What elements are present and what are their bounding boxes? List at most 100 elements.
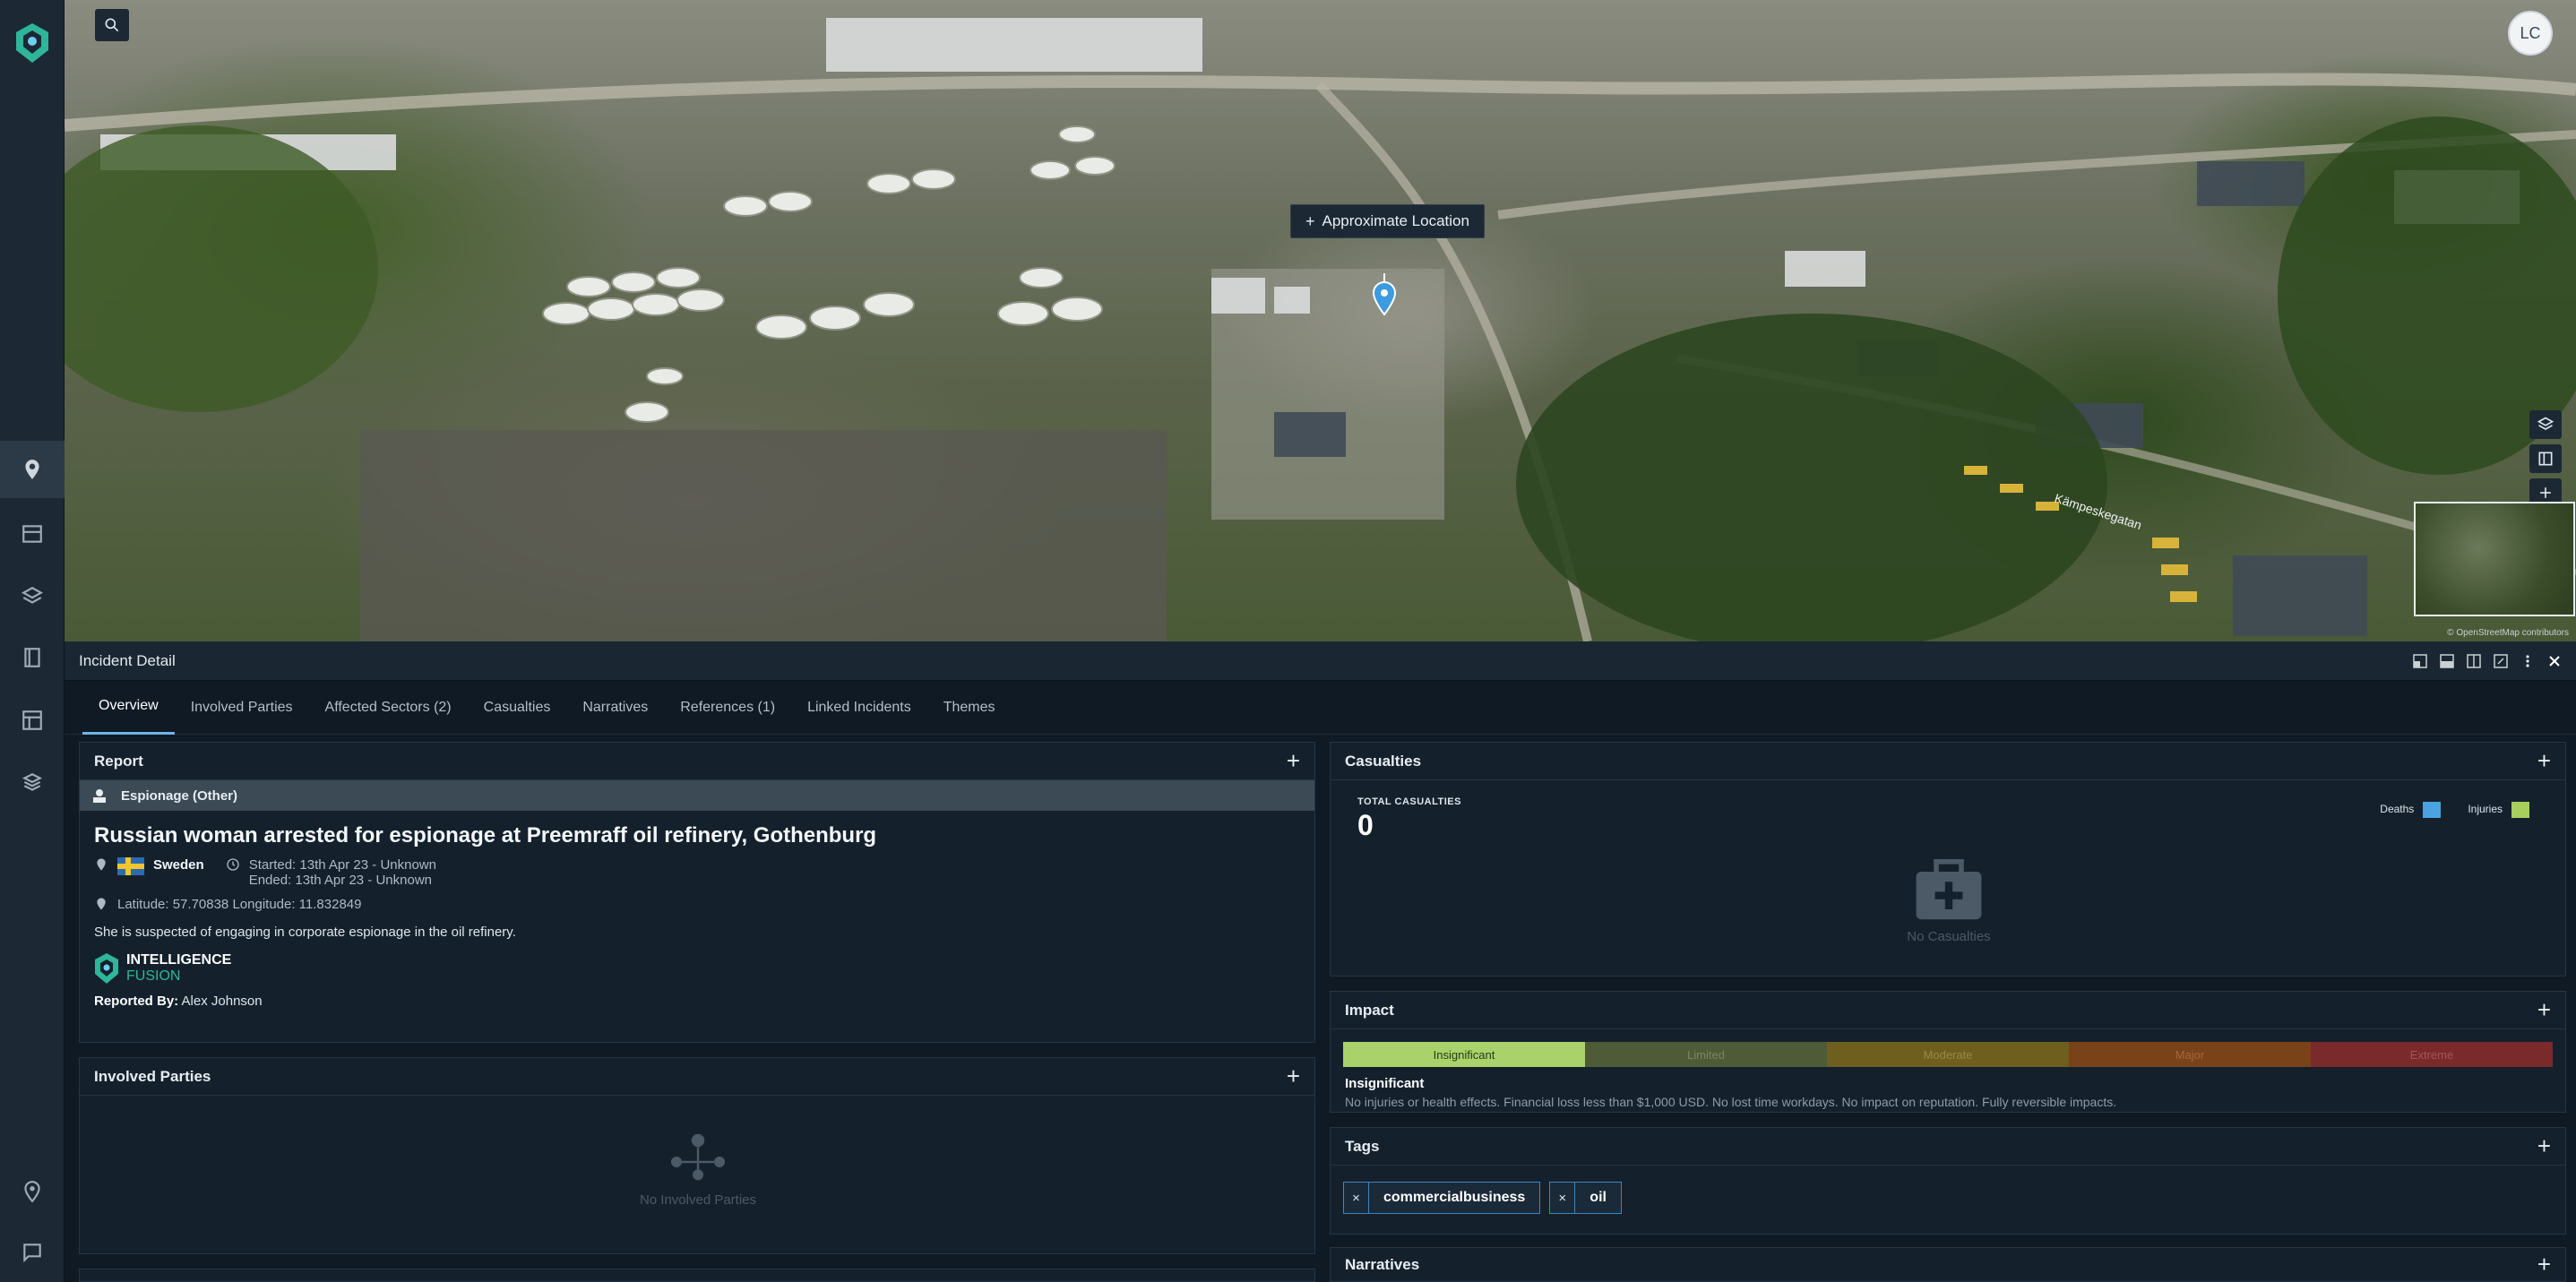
sidebar-map-pin-icon[interactable] (0, 441, 65, 498)
left-lower-card (79, 1269, 1315, 1282)
zoom-search-button[interactable] (95, 9, 129, 41)
casualties-card: Casualties + TOTAL CASUALTIES 0 Deaths I… (1330, 742, 2566, 977)
report-expand-button[interactable]: + (1287, 747, 1300, 775)
coords-row: Latitude: 57.70838 Longitude: 11.832849 (94, 897, 1300, 912)
close-icon[interactable] (2547, 654, 2562, 668)
tab-involved-parties[interactable]: Involved Parties (175, 681, 309, 735)
sidebar-layers-icon[interactable] (0, 568, 65, 625)
legend-injuries: Injuries (2468, 802, 2529, 818)
reported-by: Reported By: Alex Johnson (94, 994, 1300, 1009)
involved-card-header: Involved Parties + (80, 1058, 1314, 1096)
casualties-empty-state: No Casualties (1859, 859, 2038, 944)
sidebar-feedback-icon[interactable] (0, 1224, 65, 1281)
reporter-name: Alex Johnson (181, 994, 263, 1009)
layers-icon (2537, 417, 2554, 430)
brand-line2: FUSION (126, 968, 181, 984)
casualties-card-header: Casualties + (1331, 743, 2565, 780)
tab-linked-incidents[interactable]: Linked Incidents (791, 681, 927, 735)
tab-overview[interactable]: Overview (82, 681, 175, 735)
tab-references[interactable]: References (1) (664, 681, 791, 735)
sidebar-table-icon[interactable] (0, 505, 65, 563)
legend-deaths: Deaths (2380, 802, 2442, 818)
minimap[interactable] (2414, 502, 2575, 616)
casualties-expand-button[interactable]: + (2537, 747, 2551, 775)
remove-tag-icon[interactable]: × (1344, 1183, 1369, 1213)
tab-narratives[interactable]: Narratives (566, 681, 664, 735)
category-bar: Espionage (Other) (80, 780, 1314, 811)
brand-text: INTELLIGENCE FUSION (126, 952, 231, 985)
report-card-header: Report + (80, 743, 1314, 780)
layers-button[interactable] (2529, 410, 2562, 439)
map-attribution: © OpenStreetMap contributors (2447, 628, 2569, 638)
sidebar-stack-icon[interactable] (0, 754, 65, 812)
tab-themes[interactable]: Themes (927, 681, 1012, 735)
impact-level-extreme: Extreme (2311, 1042, 2553, 1067)
panel-tools (2413, 653, 2562, 668)
tags-card-header: Tags + (1331, 1128, 2565, 1166)
tags-card: Tags + × commercialbusiness × oil (1330, 1127, 2566, 1235)
incident-headline: Russian woman arrested for espionage at … (94, 823, 877, 847)
casualties-title: Casualties (1345, 752, 1422, 770)
pin-icon (97, 858, 106, 871)
country-name: Sweden (153, 857, 204, 873)
app-logo-icon[interactable] (13, 22, 52, 65)
involved-expand-button[interactable]: + (1287, 1063, 1300, 1090)
location-pin-icon[interactable] (1368, 273, 1400, 316)
narratives-title: Narratives (1345, 1255, 1420, 1273)
clock-icon (227, 858, 239, 871)
category-label: Espionage (Other) (121, 787, 238, 804)
narratives-card-header: Narratives + (1331, 1248, 2565, 1281)
user-avatar[interactable]: LC (2508, 11, 2553, 56)
brand-line1: INTELLIGENCE (126, 952, 232, 968)
more-options-icon[interactable] (2520, 654, 2535, 668)
sidebar-location-icon[interactable] (0, 1163, 65, 1220)
sidebar-dashboard-icon[interactable] (0, 692, 65, 749)
source-brand: INTELLIGENCE FUSION (94, 952, 1300, 985)
magnifier-icon (105, 18, 119, 32)
tab-affected-sectors[interactable]: Affected Sectors (2) (309, 681, 468, 735)
tag-list: × commercialbusiness × oil (1343, 1182, 2553, 1214)
layout-split-icon[interactable] (2467, 653, 2481, 668)
panel-title: Incident Detail (79, 651, 176, 669)
incident-detail-panel: Incident Detail Overview Involved Partie… (65, 641, 2576, 1282)
tag-label: oil (1590, 1190, 1607, 1205)
crosshair-icon: + (1305, 211, 1315, 230)
left-sidebar (0, 0, 65, 1282)
impact-expand-button[interactable]: + (2537, 996, 2551, 1024)
incident-description: She is suspected of engaging in corporat… (94, 925, 516, 940)
impact-selected-level: Insignificant (1345, 1076, 1425, 1091)
involved-parties-card: Involved Parties + No Involved Parties (79, 1057, 1315, 1254)
first-aid-kit-icon (1916, 859, 1982, 920)
report-card: Report + Espionage (Other) Russian woman… (79, 742, 1315, 1043)
started-date: Started: 13th Apr 23 - Unknown (248, 857, 436, 873)
sidebar-book-icon[interactable] (0, 629, 65, 686)
impact-level-insignificant: Insignificant (1343, 1042, 1585, 1067)
popout-icon[interactable] (2494, 653, 2508, 668)
impact-level-major: Major (2069, 1042, 2311, 1067)
map-style-button[interactable] (2529, 444, 2562, 473)
sweden-flag-icon (117, 857, 144, 875)
narratives-card: Narratives + (1330, 1247, 2566, 1282)
location-date-row: Sweden Started: 13th Apr 23 - Unknown En… (94, 857, 1300, 888)
approx-text: Approximate Location (1322, 212, 1469, 229)
impact-scale: Insignificant Limited Moderate Major Ext… (1343, 1042, 2553, 1067)
plus-icon (2540, 487, 2551, 498)
satellite-map[interactable]: Kämpeskegatan LC + Approximate Location … (65, 0, 2576, 641)
tags-add-button[interactable]: + (2537, 1132, 2551, 1160)
narratives-expand-button[interactable]: + (2537, 1251, 2551, 1278)
layout-quarter-icon[interactable] (2413, 653, 2427, 668)
ended-date: Ended: 13th Apr 23 - Unknown (248, 873, 432, 888)
impact-description: No injuries or health effects. Financial… (1345, 1095, 2117, 1109)
reported-by-label: Reported By: (94, 994, 179, 1009)
tag-label: commercialbusiness (1383, 1190, 1526, 1205)
impact-level-moderate: Moderate (1827, 1042, 2069, 1067)
layout-half-icon[interactable] (2440, 653, 2454, 668)
tab-casualties[interactable]: Casualties (468, 681, 567, 735)
remove-tag-icon[interactable]: × (1550, 1183, 1576, 1213)
report-title: Report (94, 752, 143, 770)
detail-tabs: Overview Involved Parties Affected Secto… (65, 681, 2576, 735)
tag-chip: × commercialbusiness (1343, 1182, 1541, 1214)
deaths-swatch (2423, 802, 2442, 818)
map-terrain: Kämpeskegatan (65, 18, 2576, 641)
impact-card-header: Impact + (1331, 992, 2565, 1029)
